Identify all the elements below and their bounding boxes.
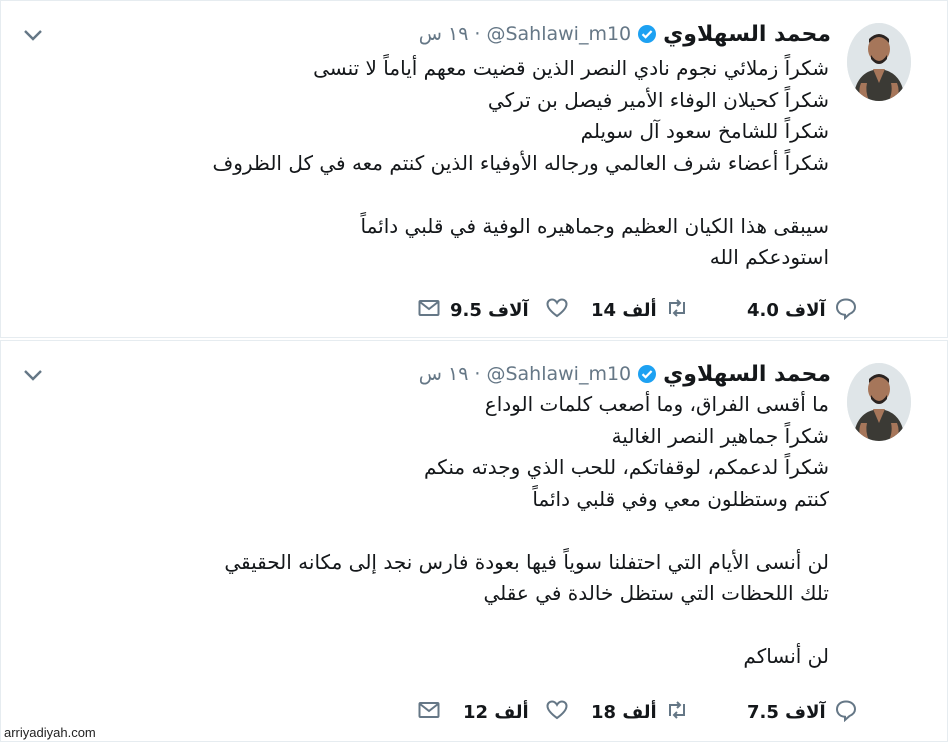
verified-badge-icon bbox=[637, 364, 657, 384]
direct-message-icon bbox=[417, 698, 441, 726]
tweet-line: شكراً جماهير النصر الغالية bbox=[611, 423, 829, 448]
retweet-icon bbox=[665, 698, 689, 726]
separator-dot: · bbox=[474, 23, 481, 45]
tweet-line: تلك اللحظات التي ستظل خالدة في عقلي bbox=[483, 581, 830, 605]
reply-count: 7.5 آلاف bbox=[747, 701, 826, 723]
retweet-count: 14 ألف bbox=[591, 299, 657, 321]
verified-badge-icon bbox=[637, 24, 657, 44]
reply-button[interactable]: 4.0 آلاف bbox=[747, 293, 858, 327]
chevron-down-icon[interactable] bbox=[21, 25, 45, 45]
reply-button[interactable]: 7.5 آلاف bbox=[747, 695, 858, 729]
like-button[interactable] bbox=[545, 695, 569, 729]
tweet-line: استودعكم الله bbox=[709, 245, 829, 269]
author-handle[interactable]: @Sahlawi_m10 bbox=[486, 363, 631, 385]
tweet-line: لن أنساكم bbox=[743, 644, 829, 668]
direct-message-icon bbox=[417, 296, 441, 324]
like-count: 9.5 آلاف bbox=[450, 299, 529, 321]
like-count: 12 ألف bbox=[463, 701, 529, 723]
tweet-time[interactable]: ١٩ س bbox=[419, 23, 469, 45]
like-count-label: 12 ألف bbox=[463, 695, 529, 729]
tweet-line: شكراً للشامخ سعود آل سويلم bbox=[580, 119, 829, 143]
tweet-line: ما أقسى الفراق، وما أصعب كلمات الوداع bbox=[484, 392, 829, 416]
tweet-actions: 7.5 آلاف 18 ألف 12 ألف bbox=[1, 695, 947, 729]
author-handle[interactable]: @Sahlawi_m10 bbox=[486, 23, 631, 45]
tweet-text: شكراً زملائي نجوم نادي النصر الذين قضيت … bbox=[109, 53, 829, 274]
retweet-button[interactable]: 14 ألف bbox=[591, 293, 689, 327]
reply-icon bbox=[834, 698, 858, 726]
tweet-line: لن أنسى الأيام التي احتفلنا سوياً فيها ب… bbox=[224, 549, 829, 574]
tweet-line: شكراً كحيلان الوفاء الأمير فيصل بن تركي bbox=[487, 87, 829, 112]
tweet-actions: 4.0 آلاف 14 ألف 9.5 آلاف bbox=[1, 293, 947, 327]
chevron-down-icon[interactable] bbox=[21, 365, 45, 385]
author-name[interactable]: محمد السهلاوي bbox=[663, 22, 831, 47]
retweet-count: 18 ألف bbox=[591, 701, 657, 723]
tweet-line: شكراً لدعمكم، لوقفاتكم، للحب الذي وجدته … bbox=[424, 455, 829, 479]
tweet-time[interactable]: ١٩ س bbox=[419, 363, 469, 385]
tweet-line: شكراً زملائي نجوم نادي النصر الذين قضيت … bbox=[313, 56, 829, 80]
retweet-button[interactable]: 18 ألف bbox=[591, 695, 689, 729]
tweet-header: محمد السهلاوي @Sahlawi_m10 · ١٩ س bbox=[419, 19, 831, 49]
direct-message-button[interactable] bbox=[417, 695, 441, 729]
like-count-label: 9.5 آلاف bbox=[450, 293, 529, 327]
tweet-line: سيبقى هذا الكيان العظيم وجماهيره الوفية … bbox=[360, 213, 829, 238]
reply-count: 4.0 آلاف bbox=[747, 299, 826, 321]
tweet-card-2[interactable]: محمد السهلاوي @Sahlawi_m10 · ١٩ س ما أقس… bbox=[0, 340, 948, 742]
avatar[interactable] bbox=[847, 23, 911, 101]
tweet-header: محمد السهلاوي @Sahlawi_m10 · ١٩ س bbox=[419, 359, 831, 389]
like-heart-icon bbox=[545, 698, 569, 726]
like-button[interactable] bbox=[545, 293, 569, 327]
retweet-icon bbox=[665, 296, 689, 324]
reply-icon bbox=[834, 296, 858, 324]
watermark: arriyadiyah.com bbox=[4, 725, 96, 740]
tweet-line: كنتم وستظلون معي وفي قلبي دائماً bbox=[532, 486, 829, 511]
tweet-text: ما أقسى الفراق، وما أصعب كلمات الوداع شك… bbox=[109, 389, 829, 673]
separator-dot: · bbox=[474, 363, 481, 385]
author-name[interactable]: محمد السهلاوي bbox=[663, 362, 831, 387]
like-heart-icon bbox=[545, 296, 569, 324]
avatar[interactable] bbox=[847, 363, 911, 441]
tweet-card-1[interactable]: محمد السهلاوي @Sahlawi_m10 · ١٩ س شكراً … bbox=[0, 0, 948, 338]
direct-message-button[interactable] bbox=[417, 293, 441, 327]
tweet-line: شكراً أعضاء شرف العالمي ورجاله الأوفياء … bbox=[212, 150, 829, 175]
